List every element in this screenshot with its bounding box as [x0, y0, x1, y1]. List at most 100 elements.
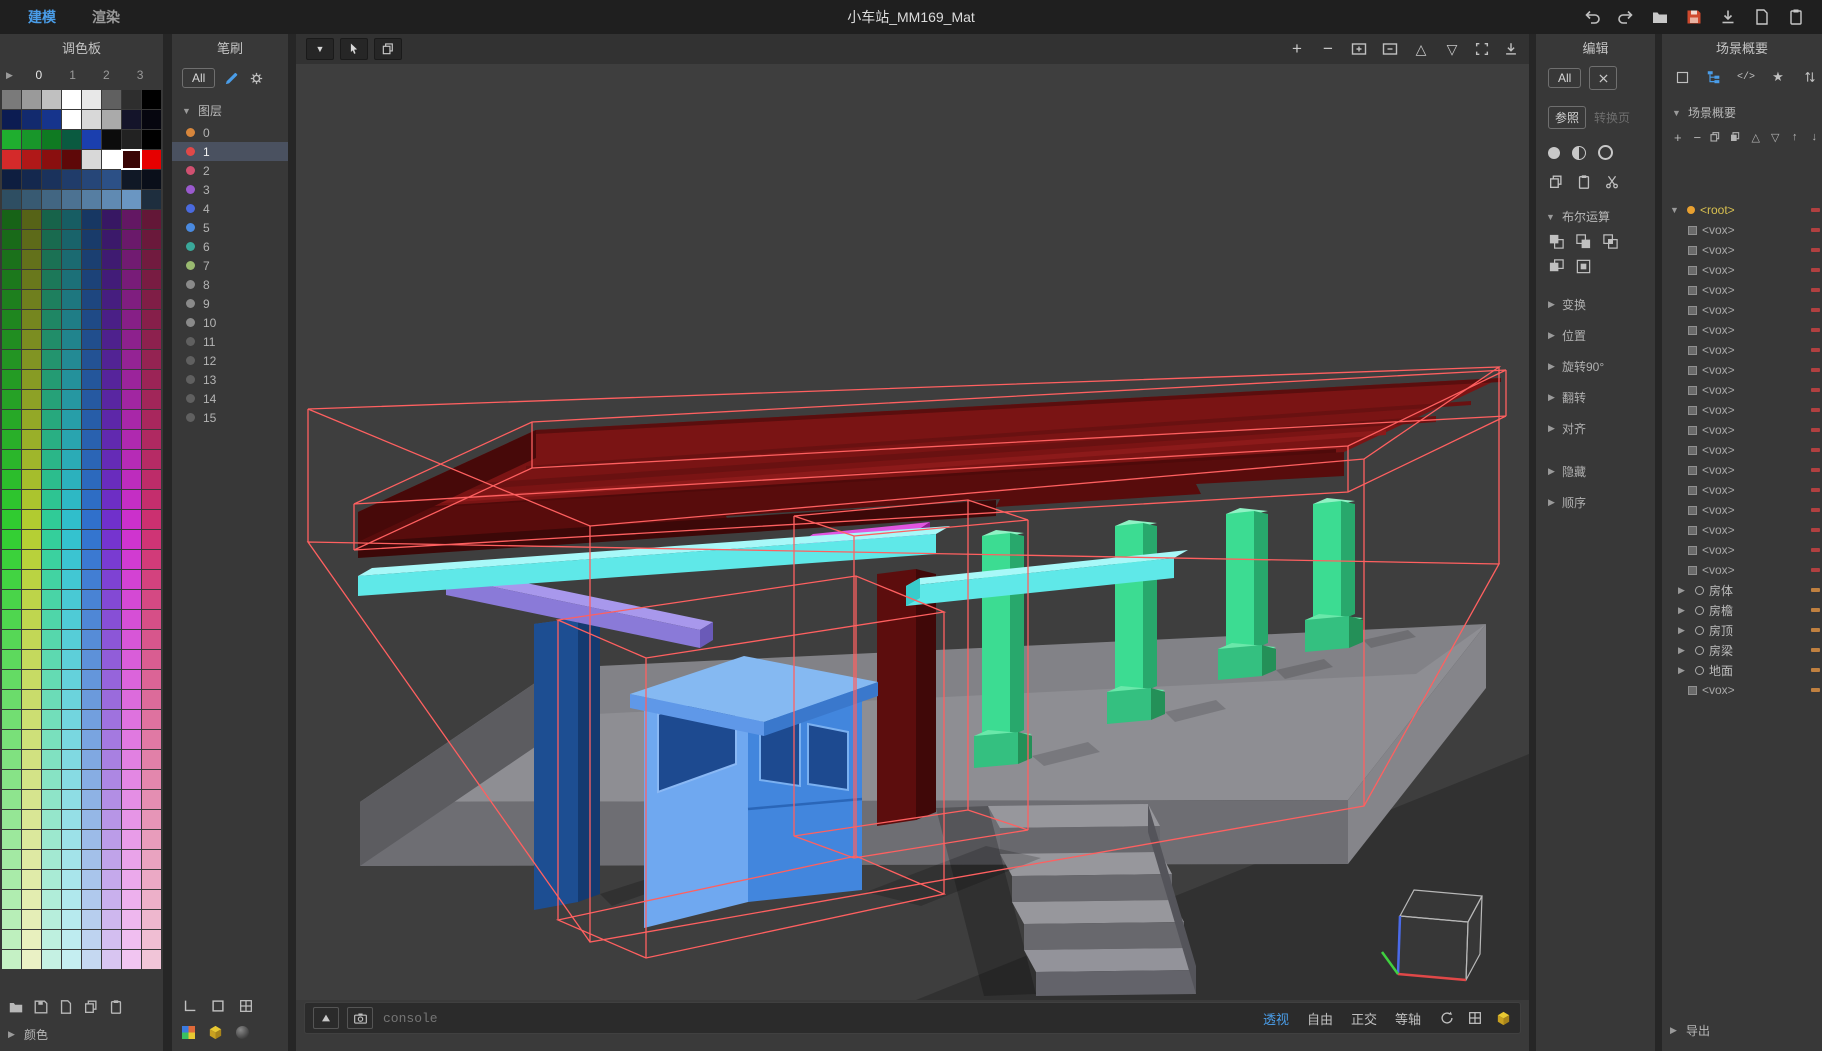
tree-item-vox[interactable]: <vox> [1662, 280, 1822, 300]
palette-swatch[interactable] [82, 130, 101, 149]
palette-swatch[interactable] [102, 530, 121, 549]
palette-swatch[interactable] [42, 470, 61, 489]
palette-swatch[interactable] [102, 570, 121, 589]
duplicate-icon[interactable] [374, 38, 402, 60]
visibility-marker[interactable] [1811, 588, 1820, 592]
palette-swatch[interactable] [62, 450, 81, 469]
palette-swatch[interactable] [102, 430, 121, 449]
palette-swatch[interactable] [142, 730, 161, 749]
palette-swatch[interactable] [62, 90, 81, 109]
palette-swatch[interactable] [122, 330, 141, 349]
palette-swatch[interactable] [122, 730, 141, 749]
palette-swatch[interactable] [2, 910, 21, 929]
tree-item-房檐[interactable]: ▶房檐 [1662, 600, 1822, 620]
palette-swatch[interactable] [62, 270, 81, 289]
palette-swatch[interactable] [122, 410, 141, 429]
palette-swatch[interactable] [42, 610, 61, 629]
palette-swatch[interactable] [42, 170, 61, 189]
palette-swatch[interactable] [122, 750, 141, 769]
palette-swatch[interactable] [82, 410, 101, 429]
palette-swatch[interactable] [102, 450, 121, 469]
open-folder-icon[interactable] [1650, 7, 1670, 27]
tree-move-up-icon[interactable]: ↑ [1787, 131, 1803, 143]
palette-swatch[interactable] [142, 710, 161, 729]
palette-swatch[interactable] [42, 570, 61, 589]
palette-swatch[interactable] [22, 750, 41, 769]
palette-swatch[interactable] [82, 290, 101, 309]
layer-row-2[interactable]: 2 [172, 161, 288, 180]
layer-row-7[interactable]: 7 [172, 256, 288, 275]
palette-swatch[interactable] [62, 310, 81, 329]
palette-newfile-icon[interactable] [58, 999, 74, 1015]
palette-swatch[interactable] [22, 170, 41, 189]
palette-swatch[interactable] [62, 130, 81, 149]
tree-item-房体[interactable]: ▶房体 [1662, 580, 1822, 600]
palette-swatch[interactable] [22, 270, 41, 289]
palette-swatch[interactable] [122, 290, 141, 309]
layer-row-11[interactable]: 11 [172, 332, 288, 351]
bool-union-icon[interactable] [1548, 233, 1565, 250]
palette-swatch[interactable] [142, 910, 161, 929]
palette-swatch[interactable] [82, 210, 101, 229]
palette-swatch[interactable] [2, 250, 21, 269]
palette-swatch[interactable] [102, 230, 121, 249]
layer-row-10[interactable]: 10 [172, 313, 288, 332]
palette-page-arrow[interactable]: ▶ [6, 70, 22, 81]
layer-row-6[interactable]: 6 [172, 237, 288, 256]
palette-swatch[interactable] [42, 510, 61, 529]
layer-row-9[interactable]: 9 [172, 294, 288, 313]
edit-section-变换[interactable]: ▶变换 [1536, 289, 1655, 320]
palette-swatch[interactable] [2, 170, 21, 189]
palette-swatch[interactable] [142, 450, 161, 469]
palette-swatch[interactable] [82, 110, 101, 129]
palette-swatch[interactable] [22, 950, 41, 969]
palette-swatch[interactable] [2, 90, 21, 109]
palette-swatch[interactable] [142, 130, 161, 149]
console-input[interactable] [381, 1010, 1255, 1027]
palette-swatch[interactable] [122, 470, 141, 489]
palette-swatch[interactable] [122, 650, 141, 669]
palette-swatch[interactable] [142, 850, 161, 869]
palette-swatch[interactable] [102, 410, 121, 429]
palette-swatch[interactable] [122, 590, 141, 609]
palette-swatch[interactable] [122, 890, 141, 909]
tree-triangle-down-icon[interactable]: ▽ [1768, 131, 1784, 144]
palette-swatch[interactable] [2, 930, 21, 949]
palette-swatch[interactable] [22, 930, 41, 949]
tree-remove-icon[interactable]: − [1690, 130, 1706, 145]
tree-item-vox[interactable]: <vox> [1662, 500, 1822, 520]
collapse-arrow-icon[interactable]: ▶ [1678, 665, 1690, 676]
palette-swatch[interactable] [122, 670, 141, 689]
palette-swatch[interactable] [22, 650, 41, 669]
palette-swatch[interactable] [2, 270, 21, 289]
palette-swatch[interactable] [122, 270, 141, 289]
palette-swatch[interactable] [22, 810, 41, 829]
palette-swatch[interactable] [22, 410, 41, 429]
palette-swatch[interactable] [62, 790, 81, 809]
palette-swatch[interactable] [42, 830, 61, 849]
palette-swatch[interactable] [122, 850, 141, 869]
palette-swatch[interactable] [82, 730, 101, 749]
color-section[interactable]: ▶ 颜色 [0, 1026, 48, 1043]
sort-icon[interactable] [1798, 66, 1822, 88]
object-kiosk[interactable] [630, 656, 878, 928]
palette-swatch[interactable] [82, 910, 101, 929]
layer-row-13[interactable]: 13 [172, 370, 288, 389]
palette-page-1[interactable]: 1 [56, 68, 90, 82]
palette-swatch[interactable] [62, 490, 81, 509]
palette-swatch[interactable] [2, 570, 21, 589]
palette-swatch[interactable] [62, 110, 81, 129]
palette-swatch[interactable] [122, 830, 141, 849]
palette-swatch[interactable] [22, 130, 41, 149]
palette-swatch[interactable] [82, 530, 101, 549]
palette-swatch[interactable] [82, 150, 101, 169]
visibility-marker[interactable] [1811, 688, 1820, 692]
tree-item-vox[interactable]: <vox> [1662, 360, 1822, 380]
palette-swatch[interactable] [62, 690, 81, 709]
palette-swatch[interactable] [142, 270, 161, 289]
palette-swatch[interactable] [2, 470, 21, 489]
palette-swatch[interactable] [2, 430, 21, 449]
palette-swatch[interactable] [122, 530, 141, 549]
palette-swatch[interactable] [42, 410, 61, 429]
collapse-arrow-icon[interactable]: ▶ [1678, 625, 1690, 636]
